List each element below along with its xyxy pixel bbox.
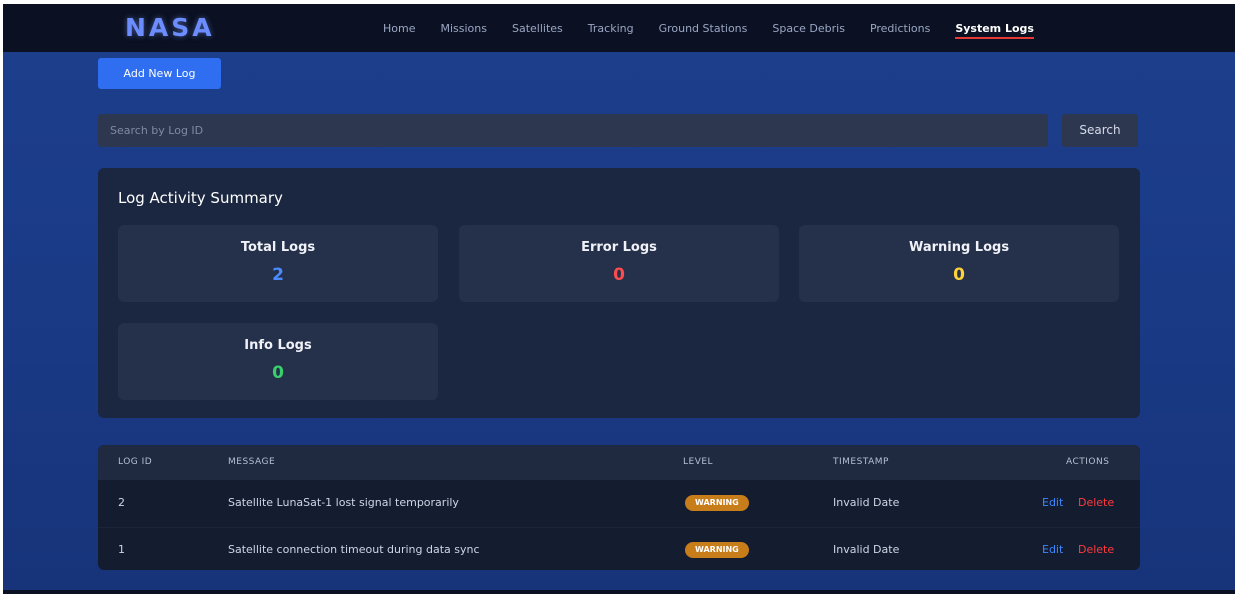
table-row: 1 Satellite connection timeout during da… — [98, 527, 1140, 570]
info-logs-card: Info Logs 0 — [118, 323, 438, 400]
warning-logs-label: Warning Logs — [908, 240, 1010, 255]
nav-system-logs[interactable]: System Logs — [955, 22, 1034, 39]
header-actions: ACTIONS — [1066, 457, 1110, 467]
level-badge: WARNING — [685, 495, 749, 511]
header-level: LEVEL — [683, 457, 714, 467]
nav-tracking[interactable]: Tracking — [588, 22, 634, 39]
logs-table: LOG ID MESSAGE LEVEL TIMESTAMP ACTIONS 2… — [98, 445, 1140, 570]
edit-link[interactable]: Edit — [1042, 496, 1063, 509]
nav-missions[interactable]: Missions — [440, 22, 487, 39]
warning-logs-card: Warning Logs 0 — [799, 225, 1119, 302]
log-activity-summary: Log Activity Summary Total Logs 2 Error … — [98, 168, 1140, 418]
search-button[interactable]: Search — [1062, 114, 1138, 147]
info-logs-label: Info Logs — [244, 338, 312, 353]
error-logs-value: 0 — [613, 265, 625, 285]
log-id: 1 — [118, 543, 125, 556]
top-navbar: NASA Home Missions Satellites Tracking G… — [3, 4, 1235, 52]
table-header: LOG ID MESSAGE LEVEL TIMESTAMP ACTIONS — [98, 445, 1140, 480]
log-timestamp: Invalid Date — [833, 496, 900, 509]
log-id: 2 — [118, 496, 125, 509]
nav-ground-stations[interactable]: Ground Stations — [659, 22, 748, 39]
warning-logs-value: 0 — [953, 265, 965, 285]
footer-bar — [3, 590, 1235, 594]
table-row: 2 Satellite LunaSat-1 lost signal tempor… — [98, 481, 1140, 526]
header-timestamp: TIMESTAMP — [833, 457, 889, 467]
summary-title: Log Activity Summary — [118, 189, 283, 207]
delete-link[interactable]: Delete — [1078, 543, 1114, 556]
nasa-logo[interactable]: NASA — [125, 13, 215, 42]
search-input[interactable] — [98, 114, 1048, 147]
nav-space-debris[interactable]: Space Debris — [772, 22, 845, 39]
error-logs-card: Error Logs 0 — [459, 225, 779, 302]
add-new-log-button[interactable]: Add New Log — [98, 58, 221, 89]
total-logs-label: Total Logs — [240, 240, 316, 255]
log-message: Satellite LunaSat-1 lost signal temporar… — [228, 496, 459, 509]
nav-predictions[interactable]: Predictions — [870, 22, 930, 39]
total-logs-card: Total Logs 2 — [118, 225, 438, 302]
nav-home[interactable]: Home — [383, 22, 415, 39]
nav-links: Home Missions Satellites Tracking Ground… — [383, 22, 1059, 39]
total-logs-value: 2 — [272, 265, 284, 285]
edit-link[interactable]: Edit — [1042, 543, 1063, 556]
delete-link[interactable]: Delete — [1078, 496, 1114, 509]
app-window: NASA Home Missions Satellites Tracking G… — [3, 4, 1235, 594]
error-logs-label: Error Logs — [581, 240, 657, 255]
nav-satellites[interactable]: Satellites — [512, 22, 563, 39]
header-message: MESSAGE — [228, 457, 276, 467]
info-logs-value: 0 — [272, 363, 284, 383]
level-badge: WARNING — [685, 542, 749, 558]
log-message: Satellite connection timeout during data… — [228, 543, 480, 556]
header-log-id: LOG ID — [118, 457, 153, 467]
log-timestamp: Invalid Date — [833, 543, 900, 556]
